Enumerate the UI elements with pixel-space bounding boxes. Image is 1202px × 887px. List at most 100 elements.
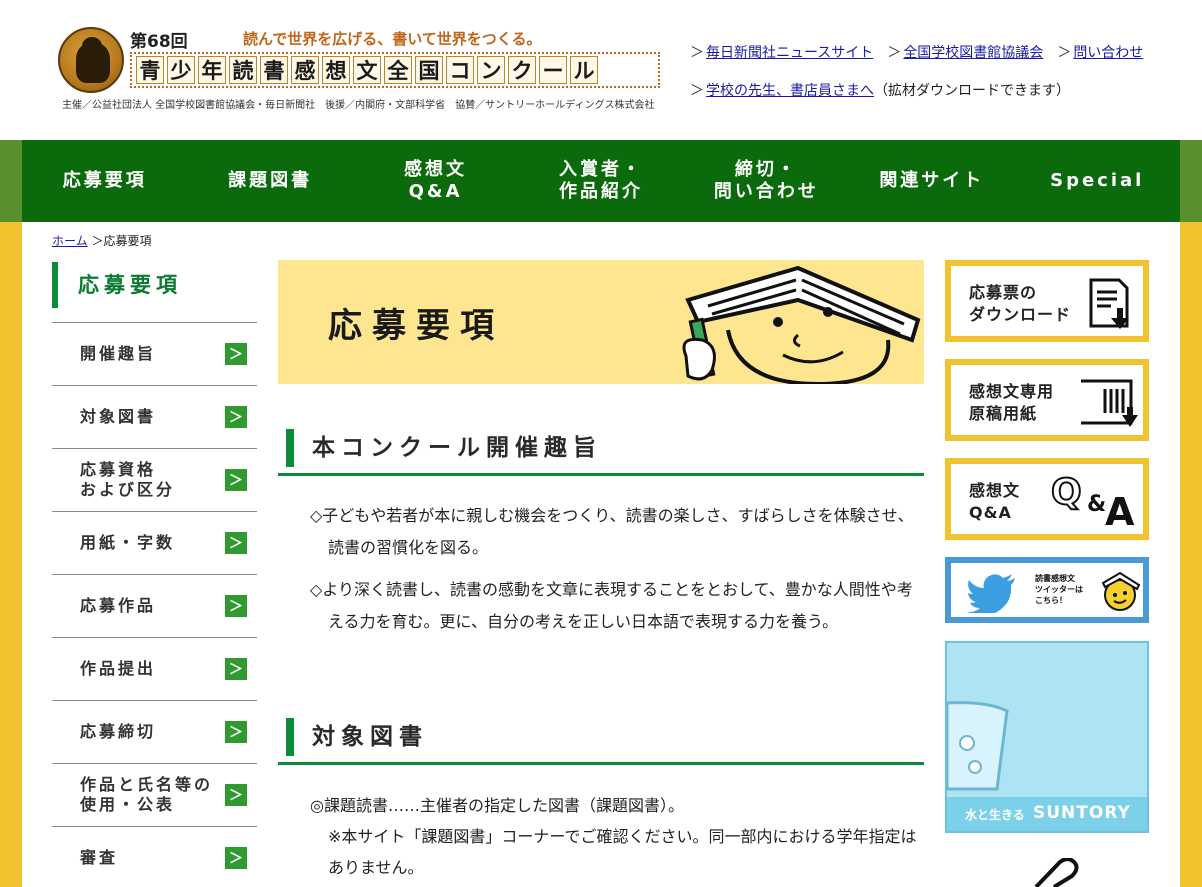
sidebar-item-target-books[interactable]: 対象図書 ＞	[52, 385, 257, 448]
chevron-right-icon: ＞	[225, 658, 247, 680]
title-char: 感	[291, 56, 319, 84]
sidebar-item-paper-length[interactable]: 用紙・字数 ＞	[52, 511, 257, 574]
chevron-right-icon: ＞	[225, 721, 247, 743]
section-heading-purpose: 本コンクール開催趣旨	[286, 429, 602, 467]
sidebar-item-purpose[interactable]: 開催趣旨 ＞	[52, 322, 257, 385]
page-banner: 応募要項	[278, 260, 924, 384]
sidebar-title: 応募要項	[52, 262, 257, 308]
title-char: ル	[570, 56, 598, 84]
teachers-link[interactable]: 学校の先生、書店員さまへ	[706, 83, 874, 99]
water-glass-illustration	[947, 701, 1009, 791]
section-rule	[278, 762, 924, 765]
chevron-right-icon: ＞	[225, 343, 247, 365]
arrow-icon: ＞	[690, 45, 704, 61]
slanet-link[interactable]: 全国学校図書館協議会	[903, 45, 1043, 61]
chevron-right-icon: ＞	[225, 784, 247, 806]
sidebar-item-deadline[interactable]: 応募締切 ＞	[52, 700, 257, 763]
sidebar-item-submission[interactable]: 作品提出 ＞	[52, 637, 257, 700]
target-books-text: ◎課題読書……主催者の指定した図書（課題図書）。 ※本サイト「課題図書」コーナー…	[310, 790, 924, 883]
sidebar-item-label: 対象図書	[80, 407, 157, 426]
twitter-bird-icon	[967, 574, 1015, 613]
contest-title-logo[interactable]: 青 少 年 読 書 感 想 文 全 国 コ ン ク ー ル	[130, 52, 660, 88]
purpose-item-1: ◇子どもや若者が本に親しむ機会をつくり、読書の楽しさ、すばらしさを体験させ、読書…	[310, 506, 914, 557]
site-header: 第68回 読んで世界を広げる、書いて世界をつくる。 青 少 年 読 書 感 想 …	[0, 0, 1202, 140]
nav-winners[interactable]: 入賞者・ 作品紹介	[518, 140, 683, 222]
breadcrumb: ホーム ＞応募要項	[52, 232, 152, 249]
chevron-right-icon: ＞	[225, 847, 247, 869]
paperclip-icon	[1034, 858, 1079, 887]
nav-related-sites[interactable]: 関連サイト	[849, 140, 1014, 222]
sidebar-item-label: 開催趣旨	[80, 344, 157, 363]
chevron-right-icon: ＞	[225, 595, 247, 617]
title-char: 少	[167, 56, 195, 84]
suntory-sponsor-banner[interactable]: 水と生きる SUNTORY	[945, 641, 1149, 833]
title-char: 国	[415, 56, 443, 84]
sidebar-item-label: 用紙・字数	[80, 533, 176, 552]
title-char: 文	[353, 56, 381, 84]
breadcrumb-home[interactable]: ホーム	[52, 234, 88, 248]
sidebar-item-publication[interactable]: 作品と氏名等の 使用・公表 ＞	[52, 763, 257, 826]
sidebar-item-eligibility[interactable]: 応募資格 および区分 ＞	[52, 448, 257, 511]
manuscript-paper-button[interactable]: 感想文専用 原稿用紙	[945, 359, 1149, 441]
sidebar-item-judging[interactable]: 審査 ＞	[52, 826, 257, 887]
edition-label: 第68回	[130, 32, 188, 52]
purpose-text: ◇子どもや若者が本に親しむ機会をつくり、読書の楽しさ、すばらしさを体験させ、読書…	[310, 500, 924, 638]
suntory-logo: SUNTORY	[1033, 803, 1131, 823]
title-char: ー	[539, 56, 567, 84]
sidebar-item-entries[interactable]: 応募作品 ＞	[52, 574, 257, 637]
nav-essay-qa[interactable]: 感想文 Q&A	[353, 140, 518, 222]
twitter-banner-text: 読書感想文 ツイッターは こちら！	[1035, 574, 1083, 605]
assigned-reading-note: ※本サイト「課題図書」コーナーでご確認ください。同一部内における学年指定はありま…	[328, 827, 917, 877]
title-char: 全	[384, 56, 412, 84]
nav-deadline-contact[interactable]: 締切・ 問い合わせ	[684, 140, 849, 222]
arrow-icon: ＞	[887, 45, 902, 61]
title-char: 想	[322, 56, 350, 84]
chevron-right-icon: ＞	[225, 469, 247, 491]
chevron-right-icon: ＞	[225, 406, 247, 428]
document-download-icon	[1089, 278, 1129, 329]
nav-assigned-books[interactable]: 課題図書	[187, 140, 352, 222]
assigned-reading-text: ◎課題読書……主催者の指定した図書（課題図書）。	[310, 796, 684, 815]
sidebar-item-label: 作品提出	[80, 659, 157, 678]
teachers-note: （拡材ダウンロードできます）	[874, 83, 1070, 99]
sidebar-item-label: 応募資格 および区分	[80, 460, 176, 499]
nav-special[interactable]: Special	[1015, 140, 1180, 222]
section-rule	[278, 473, 924, 476]
title-char: 青	[136, 56, 164, 84]
purpose-item-2: ◇より深く読書し、読書の感動を文章に表現することをとおして、豊かな人間性や考える…	[310, 580, 913, 631]
header-links: ＞毎日新聞社ニュースサイト ＞全国学校図書館協議会 ＞問い合わせ ＞学校の先生、…	[690, 42, 1190, 118]
page-title: 応募要項	[328, 306, 504, 346]
title-char: 年	[198, 56, 226, 84]
nav-guidelines[interactable]: 応募要項	[22, 140, 187, 222]
title-char: ク	[508, 56, 536, 84]
arrow-icon: ＞	[1057, 45, 1072, 61]
book-character-illustration	[682, 265, 921, 384]
contact-link[interactable]: 問い合わせ	[1073, 45, 1143, 61]
title-char: 読	[229, 56, 257, 84]
global-nav: 応募要項 課題図書 感想文 Q&A 入賞者・ 作品紹介 締切・ 問い合わせ 関連サイト…	[22, 140, 1180, 222]
breadcrumb-separator: ＞	[91, 234, 104, 248]
contest-logo-emblem[interactable]	[58, 27, 124, 93]
mainichi-news-link[interactable]: 毎日新聞社ニュースサイト	[706, 45, 873, 61]
sidebar-item-label: 応募作品	[80, 596, 157, 615]
arrow-icon: ＞	[690, 83, 704, 99]
global-nav-frame: 応募要項 課題図書 感想文 Q&A 入賞者・ 作品紹介 締切・ 問い合わせ 関連サイト…	[0, 140, 1202, 222]
book-character-icon	[1101, 571, 1141, 611]
qa-icon: Q & A	[1050, 471, 1135, 534]
chevron-right-icon: ＞	[225, 532, 247, 554]
section-heading-target-books: 対象図書	[286, 718, 428, 756]
sponsors-line: 主催／公益社団法人 全国学校図書館協議会・毎日新聞社 後援／内閣府・文部科学省 …	[62, 100, 655, 111]
essay-qa-button[interactable]: 感想文 Q&A Q & A	[945, 458, 1149, 540]
title-char: 書	[260, 56, 288, 84]
tagline: 読んで世界を広げる、書いて世界をつくる。	[243, 30, 542, 48]
breadcrumb-current: 応募要項	[103, 234, 152, 248]
sidebar-item-label: 審査	[80, 848, 119, 867]
manuscript-paper-icon	[1081, 379, 1138, 427]
sidebar-menu: 開催趣旨 ＞ 対象図書 ＞ 応募資格 および区分 ＞ 用紙・字数 ＞ 応募作品 ＞…	[52, 322, 257, 887]
title-char: ン	[477, 56, 505, 84]
suntory-caption: 水と生きる SUNTORY	[947, 797, 1147, 831]
title-char: コ	[446, 56, 474, 84]
sidebar-item-label: 作品と氏名等の 使用・公表	[80, 775, 214, 814]
entry-form-download-button[interactable]: 応募票の ダウンロード	[945, 260, 1149, 342]
twitter-banner[interactable]: 読書感想文 ツイッターは こちら！	[945, 557, 1149, 623]
